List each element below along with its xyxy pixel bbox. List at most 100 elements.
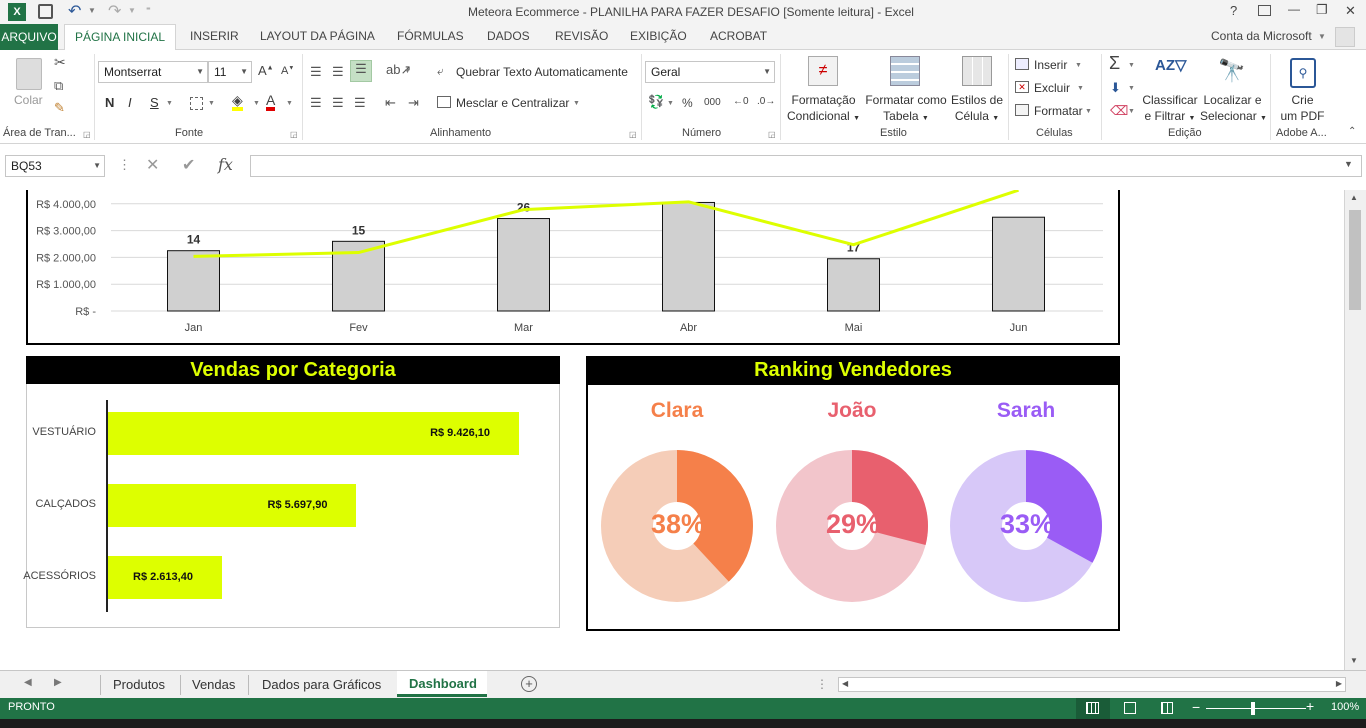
sheet-tab-vendas[interactable]: Vendas — [192, 677, 235, 692]
tab-revisao[interactable]: REVISÃO — [555, 29, 608, 43]
merge-center-button[interactable]: Mesclar e Centralizar — [456, 96, 569, 110]
cell-styles-icon[interactable] — [962, 56, 992, 86]
sheet-tab-dashboard[interactable]: Dashboard — [397, 671, 487, 697]
confirm-entry-icon[interactable]: ✔ — [182, 155, 195, 175]
orientation-dropdown-icon[interactable]: ▼ — [404, 68, 411, 75]
zoom-in-icon[interactable]: + — [1306, 698, 1314, 714]
fill-color-icon[interactable]: ◈ — [232, 93, 243, 111]
wrap-text-button[interactable]: Quebrar Texto Automaticamente — [456, 65, 628, 79]
insert-cells-button[interactable]: Inserir — [1034, 58, 1067, 72]
font-color-dropdown-icon[interactable]: ▼ — [286, 100, 293, 107]
format-as-table-button[interactable]: Formatar como Tabela ▼ — [862, 92, 950, 127]
paste-icon[interactable] — [16, 58, 42, 90]
copy-icon[interactable]: ⧉ — [54, 78, 63, 94]
format-cells-icon[interactable] — [1015, 104, 1029, 116]
sheet-tab-produtos[interactable]: Produtos — [113, 677, 165, 692]
tab-inserir[interactable]: INSERIR — [190, 29, 239, 43]
merge-center-icon[interactable] — [437, 96, 451, 108]
add-sheet-icon[interactable]: + — [521, 676, 537, 692]
zoom-out-icon[interactable]: − — [1192, 699, 1200, 715]
align-top-icon[interactable]: ☰ — [310, 64, 322, 80]
tab-exibicao[interactable]: EXIBIÇÃO — [630, 29, 687, 43]
undo-icon[interactable]: ↶ — [68, 1, 81, 21]
page-layout-view-icon[interactable] — [1124, 702, 1136, 714]
vertical-scrollbar[interactable]: ▲ ▼ — [1344, 190, 1366, 670]
find-select-button[interactable]: Localizar e Selecionar ▼ — [1200, 92, 1267, 127]
redo-icon[interactable]: ↷ — [108, 1, 121, 21]
tab-pagina-inicial[interactable]: PÁGINA INICIAL — [64, 24, 177, 51]
redo-dropdown-icon[interactable]: ▼ — [128, 6, 136, 15]
delete-dropdown-icon[interactable]: ▼ — [1077, 85, 1084, 92]
restore-button[interactable]: ❐ — [1316, 2, 1328, 18]
delete-cells-icon[interactable]: ✕ — [1015, 81, 1029, 93]
align-bottom-icon[interactable]: ☰ — [350, 60, 372, 82]
wrap-text-icon[interactable]: ⤶ — [437, 64, 444, 79]
thousands-button[interactable]: 000 — [704, 97, 721, 108]
clipboard-launcher-icon[interactable]: ◲ — [83, 130, 91, 139]
worksheet-area[interactable]: R$ - R$ 1.000,00 R$ 2.000,00 R$ 3.000,00 R$ … — [0, 190, 1344, 670]
conditional-format-button[interactable]: Formatação Condicional ▼ — [786, 92, 861, 127]
merge-dropdown-icon[interactable]: ▼ — [573, 100, 580, 107]
tab-acrobat[interactable]: ACROBAT — [710, 29, 767, 43]
zoom-slider-track[interactable] — [1206, 708, 1306, 709]
fill-dropdown-icon[interactable]: ▼ — [1128, 85, 1135, 92]
scroll-right-icon[interactable]: ▶ — [1336, 679, 1342, 688]
expand-formula-bar-icon[interactable]: ▼ — [1344, 159, 1353, 169]
underline-dropdown-icon[interactable]: ▼ — [166, 100, 173, 107]
excel-logo-icon[interactable]: X — [8, 3, 26, 21]
quick-access-customize-icon[interactable]: ⁼ — [146, 5, 151, 16]
format-dropdown-icon[interactable]: ▼ — [1085, 108, 1092, 115]
scroll-thumb[interactable] — [1349, 210, 1361, 310]
scroll-left-icon[interactable]: ◀ — [842, 679, 848, 688]
horizontal-scrollbar[interactable]: ◀ ▶ — [838, 677, 1346, 692]
sheet-tab-dados-para-graficos[interactable]: Dados para Gráficos — [262, 677, 381, 692]
percent-button[interactable]: % — [682, 96, 693, 110]
create-pdf-button[interactable]: Crie um PDF — [1275, 92, 1330, 124]
align-center-icon[interactable]: ☰ — [332, 95, 344, 111]
save-icon[interactable] — [38, 4, 53, 19]
account-dropdown-icon[interactable]: ▼ — [1318, 32, 1326, 41]
autosum-icon[interactable]: Σ — [1109, 53, 1120, 74]
font-color-icon[interactable]: A — [266, 93, 276, 111]
zoom-slider-thumb[interactable] — [1251, 702, 1255, 715]
cell-styles-button[interactable]: Estilos de Célula ▼ — [948, 92, 1006, 127]
undo-dropdown-icon[interactable]: ▼ — [88, 6, 96, 15]
tab-dados[interactable]: DADOS — [487, 29, 530, 43]
alignment-launcher-icon[interactable]: ◲ — [629, 130, 637, 139]
fill-color-dropdown-icon[interactable]: ▼ — [253, 100, 260, 107]
prev-sheet-icon[interactable]: ◀ — [24, 677, 32, 688]
autosum-dropdown-icon[interactable]: ▼ — [1128, 62, 1135, 69]
conditional-format-icon[interactable]: ≠ — [808, 56, 838, 86]
font-launcher-icon[interactable]: ◲ — [290, 130, 298, 139]
cut-icon[interactable]: ✂ — [54, 54, 66, 71]
increase-decimal-icon[interactable]: ←0 — [733, 96, 749, 107]
grow-font-icon[interactable]: A▲ — [258, 63, 274, 78]
ribbon-display-options-icon[interactable] — [1258, 5, 1271, 16]
format-painter-icon[interactable]: ✎ — [54, 100, 65, 116]
decrease-decimal-icon[interactable]: .0→ — [757, 96, 775, 107]
paste-button[interactable]: Colar — [14, 92, 43, 108]
next-sheet-icon[interactable]: ▶ — [54, 677, 62, 688]
account-avatar[interactable] — [1335, 27, 1355, 47]
page-break-view-icon[interactable] — [1161, 702, 1173, 714]
borders-dropdown-icon[interactable]: ▼ — [208, 100, 215, 107]
close-button[interactable]: ✕ — [1345, 3, 1356, 19]
account-link[interactable]: Conta da Microsoft — [1211, 29, 1312, 43]
cancel-entry-icon[interactable]: ✕ — [146, 155, 159, 175]
shrink-font-icon[interactable]: A▼ — [281, 65, 294, 77]
hscroll-options-icon[interactable]: ⋮ — [816, 677, 828, 691]
borders-icon[interactable] — [190, 97, 203, 110]
bold-button[interactable]: N — [105, 95, 114, 110]
insert-dropdown-icon[interactable]: ▼ — [1075, 62, 1082, 69]
format-as-table-icon[interactable] — [890, 56, 920, 86]
font-name-select[interactable]: Montserrat ▼ — [98, 61, 208, 83]
currency-icon[interactable]: 💱 — [648, 94, 664, 110]
delete-cells-button[interactable]: Excluir — [1034, 81, 1070, 95]
tab-formulas[interactable]: FÓRMULAS — [397, 29, 464, 43]
find-select-icon[interactable]: 🔭 — [1218, 58, 1245, 84]
file-tab[interactable]: ARQUIVO — [0, 24, 58, 50]
formula-input[interactable] — [250, 155, 1362, 177]
format-cells-button[interactable]: Formatar — [1034, 104, 1083, 118]
collapse-ribbon-icon[interactable]: ⌃ — [1348, 126, 1356, 137]
align-left-icon[interactable]: ☰ — [310, 95, 322, 111]
